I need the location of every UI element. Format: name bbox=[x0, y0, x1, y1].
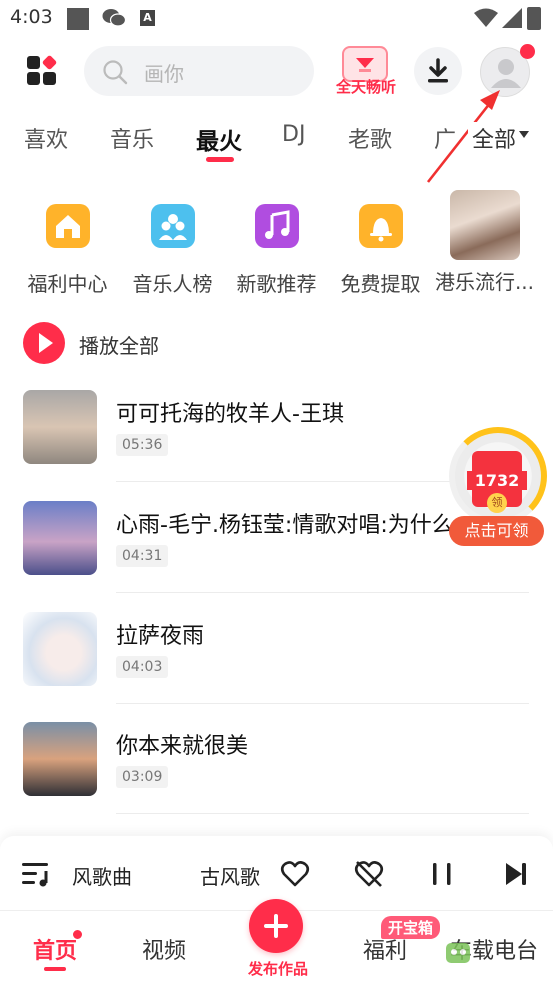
caret-down-icon bbox=[519, 131, 529, 138]
shortcut-hk-pop[interactable]: 港乐流行... bbox=[432, 190, 537, 295]
users-icon bbox=[150, 204, 195, 248]
app-menu-icon[interactable] bbox=[27, 54, 58, 86]
search-placeholder: 画你 bbox=[144, 62, 184, 86]
reward-coin-icon: 领 bbox=[487, 493, 507, 513]
shortcut-welfare-center[interactable]: 福利中心 bbox=[15, 204, 120, 297]
song-cover bbox=[23, 390, 97, 464]
player-song-title: 风歌曲 bbox=[72, 865, 132, 889]
song-cover bbox=[23, 612, 97, 686]
song-item[interactable]: 你本来就很美 03:09 bbox=[0, 722, 553, 832]
divider bbox=[116, 813, 529, 814]
bell-icon bbox=[358, 204, 403, 248]
nav-home-dot bbox=[72, 929, 83, 940]
claim-reward-button[interactable]: 点击可领 bbox=[449, 516, 544, 546]
status-time: 4:03 bbox=[10, 6, 53, 28]
song-title: 拉萨夜雨 bbox=[116, 624, 205, 649]
shortcut-musician-chart[interactable]: 音乐人榜 bbox=[120, 204, 225, 297]
search-bar[interactable]: 画你 bbox=[84, 46, 314, 96]
publish-label[interactable]: 发布作品 bbox=[233, 958, 323, 979]
song-cover bbox=[23, 501, 97, 575]
heart-icon[interactable] bbox=[280, 860, 310, 888]
hk-pop-cover bbox=[449, 190, 520, 260]
allday-label: 全天畅听 bbox=[335, 78, 396, 96]
signal-icon bbox=[502, 8, 522, 28]
divider bbox=[116, 703, 529, 704]
notification-dot bbox=[520, 44, 535, 59]
treasure-badge[interactable]: 开宝箱 bbox=[381, 916, 441, 939]
tab-square[interactable]: 广 bbox=[434, 122, 456, 154]
play-all-label[interactable]: 播放全部 bbox=[79, 330, 159, 359]
tab-active-indicator bbox=[206, 157, 234, 162]
wechat-icon bbox=[102, 9, 126, 27]
nav-active-indicator bbox=[44, 967, 66, 971]
playlist-icon[interactable] bbox=[22, 861, 52, 887]
status-bar: 4:03 A bbox=[0, 0, 553, 36]
pause-icon[interactable] bbox=[430, 860, 454, 888]
song-duration: 05:36 bbox=[116, 434, 169, 456]
dislike-icon[interactable] bbox=[354, 860, 384, 888]
tab-all-button[interactable]: 全部 bbox=[468, 122, 517, 154]
song-cover bbox=[23, 722, 97, 796]
home-icon bbox=[45, 204, 90, 248]
nav-video[interactable]: 视频 bbox=[142, 933, 186, 965]
song-title: 心雨-毛宁.杨钰莹:情歌对唱:为什么 bbox=[116, 513, 454, 538]
song-title: 你本来就很美 bbox=[116, 734, 249, 759]
publish-button[interactable] bbox=[249, 899, 303, 953]
music-note-icon bbox=[254, 204, 299, 248]
allday-listen-button[interactable]: 全天畅听 bbox=[330, 46, 402, 98]
next-track-icon[interactable] bbox=[503, 860, 529, 888]
nav-home[interactable]: 首页 bbox=[33, 933, 77, 965]
reward-count: 1732 bbox=[467, 471, 527, 490]
reward-float-widget[interactable]: 1732 领 点击可领 bbox=[449, 427, 547, 547]
song-duration: 04:31 bbox=[116, 545, 169, 567]
tab-dj[interactable]: DJ bbox=[282, 122, 305, 147]
battery-icon bbox=[527, 7, 541, 30]
tab-hot[interactable]: 最火 bbox=[196, 122, 242, 156]
shortcut-label: 福利中心 bbox=[27, 272, 108, 296]
shortcut-label: 新歌推荐 bbox=[236, 272, 317, 296]
song-duration: 04:03 bbox=[116, 656, 169, 678]
player-artist: 古风歌 bbox=[200, 865, 260, 889]
shortcut-new-songs[interactable]: 新歌推荐 bbox=[224, 204, 329, 297]
play-all-icon[interactable] bbox=[23, 322, 65, 364]
shortcut-label: 港乐流行... bbox=[434, 270, 535, 294]
divider bbox=[116, 592, 529, 593]
song-duration: 03:09 bbox=[116, 766, 169, 788]
tab-oldies[interactable]: 老歌 bbox=[348, 122, 392, 154]
notification-square-icon bbox=[67, 8, 89, 30]
shortcut-label: 免费提取 bbox=[340, 272, 421, 296]
shortcut-label: 音乐人榜 bbox=[132, 272, 213, 296]
wifi-icon bbox=[474, 8, 498, 27]
song-item[interactable]: 拉萨夜雨 04:03 bbox=[0, 612, 553, 722]
shortcut-free-extract[interactable]: 免费提取 bbox=[328, 204, 433, 297]
category-tabs: 喜欢 音乐 最火 DJ 老歌 广 全部 bbox=[0, 112, 553, 168]
app-a-icon: A bbox=[140, 10, 155, 26]
watermark-logo bbox=[444, 940, 544, 968]
song-title: 可可托海的牧羊人-王琪 bbox=[116, 402, 344, 427]
tab-likes[interactable]: 喜欢 bbox=[24, 122, 68, 154]
search-icon bbox=[103, 60, 128, 85]
tab-music[interactable]: 音乐 bbox=[110, 122, 154, 154]
